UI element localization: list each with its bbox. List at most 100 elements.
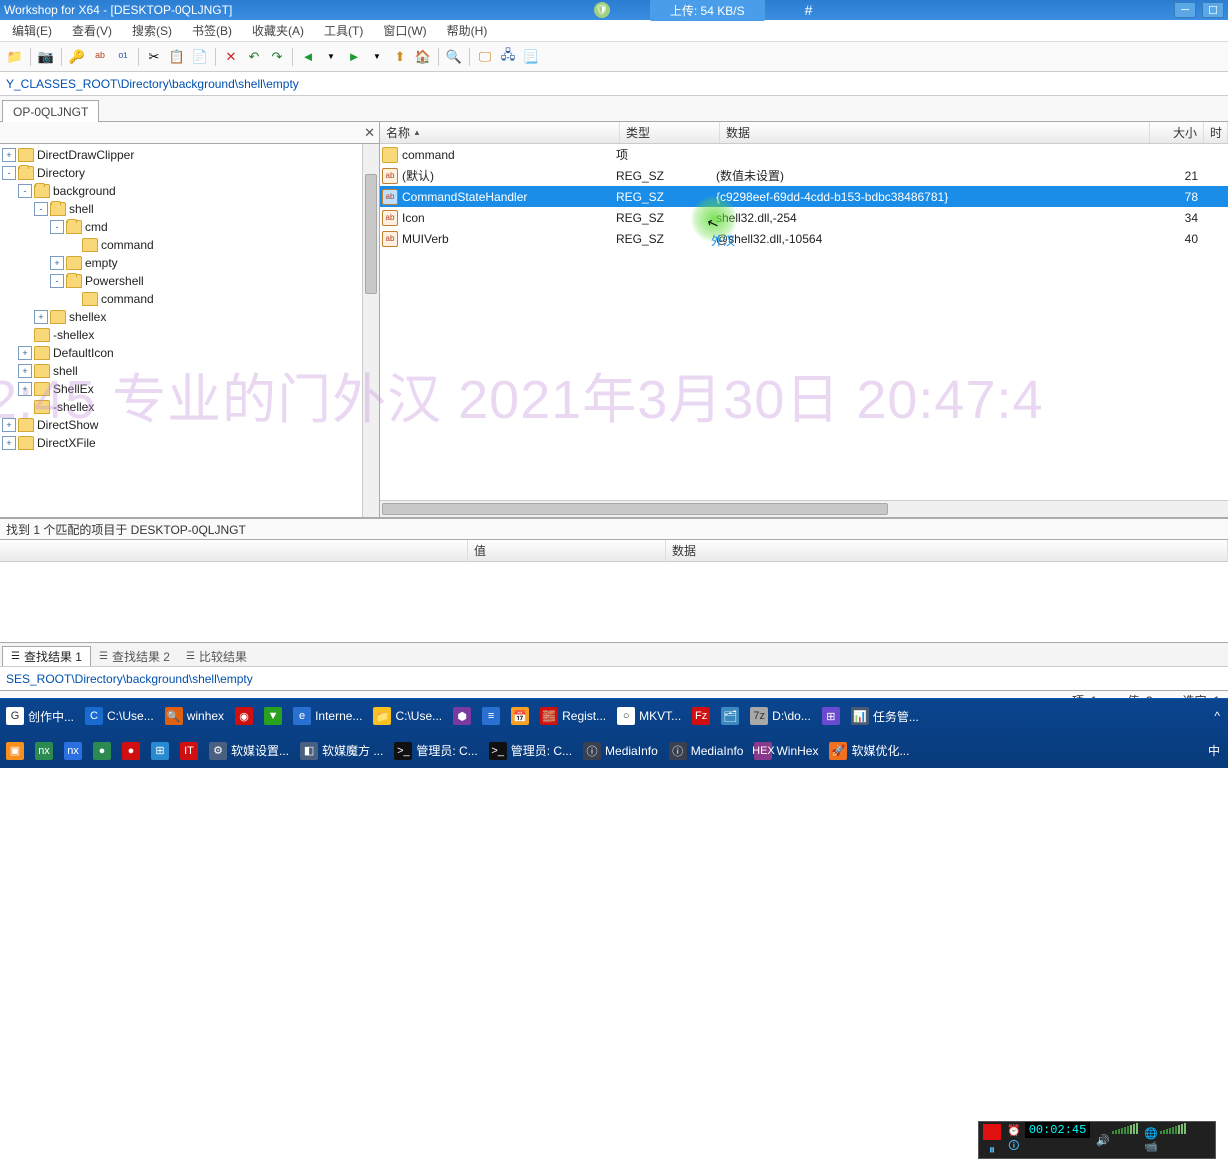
list-row[interactable]: abCommandStateHandlerREG_SZ{c9298eef-69d… [380,186,1228,207]
expand-icon[interactable]: + [18,346,32,360]
col-search-data[interactable]: 数据 [666,540,1228,561]
collapse-icon[interactable]: - [50,220,64,234]
expand-icon[interactable]: + [18,364,32,378]
menu-item[interactable]: 搜索(S) [122,20,182,41]
col-time[interactable]: 时 [1204,122,1228,143]
taskbar-item[interactable]: >_管理员: C... [390,736,483,766]
tree-scrollbar[interactable] [362,144,379,517]
expand-icon[interactable]: + [18,382,32,396]
shield-icon[interactable]: 🛡 [594,2,610,18]
taskbar-item[interactable]: ● [89,736,117,766]
list-row[interactable]: abIconREG_SZshell32.dll,-25434 [380,207,1228,228]
taskbar-item[interactable]: nx [60,736,88,766]
key-icon[interactable]: 🔑 [66,46,88,68]
webcam-icon[interactable]: 📹 [1144,1140,1158,1153]
tree-item[interactable]: -shell [0,200,362,218]
taskbar-item[interactable]: eInterne... [289,701,368,731]
tree-item[interactable]: command [0,236,362,254]
back-dd-icon[interactable]: ▼ [320,46,342,68]
copy-icon[interactable]: 📋 [166,46,188,68]
list-row[interactable]: abMUIVerbREG_SZ@shell32.dll,-1056440 [380,228,1228,249]
home-icon[interactable]: 🏠 [412,46,434,68]
taskbar-item[interactable]: 7zD:\do... [746,701,817,731]
tree-item[interactable]: +DirectShow [0,416,362,434]
globe-icon[interactable]: 🌐 [1144,1127,1158,1140]
list-header[interactable]: 名称▲ 类型 数据 大小 时 [380,122,1228,144]
menu-item[interactable]: 书签(B) [182,20,242,41]
taskbar-item[interactable]: ⊞ [147,736,175,766]
string-icon[interactable]: ᵃᵇ [89,46,111,68]
forward-icon[interactable]: ► [343,46,365,68]
tree-item[interactable]: +shell [0,362,362,380]
tree-item[interactable]: command [0,290,362,308]
registry-tree[interactable]: +DirectDrawClipper-Directory-background-… [0,144,362,517]
taskbar-item[interactable]: nx [31,736,59,766]
menu-item[interactable]: 工具(T) [314,20,373,41]
col-type[interactable]: 类型 [620,122,720,143]
binary-icon[interactable]: ᵒ¹ [112,46,134,68]
taskbar-item[interactable]: G创作中... [2,701,80,731]
menu-item[interactable]: 帮助(H) [437,20,498,41]
collapse-icon[interactable]: - [2,166,16,180]
taskbar-item[interactable]: ◧软媒魔方 ... [296,736,389,766]
tree-item[interactable]: -background [0,182,362,200]
taskbar-item[interactable]: ◉ [231,701,259,731]
tree-item[interactable]: -Powershell [0,272,362,290]
search-icon[interactable]: 🔍 [443,46,465,68]
taskbar-item[interactable]: Fz [688,701,716,731]
search-results[interactable]: ⏸ ⏰🛈 00:02:45 🔊 🌐📹 [0,562,1228,642]
collapse-icon[interactable]: - [34,202,48,216]
col-data[interactable]: 数据 [720,122,1150,143]
menu-item[interactable]: 编辑(E) [2,20,62,41]
taskbar-item[interactable]: CC:\Use... [81,701,160,731]
taskbar-item[interactable]: HEXWinHex [750,736,824,766]
taskbar-item[interactable]: 🧱Regist... [536,701,612,731]
taskbar-item[interactable]: ● [118,736,146,766]
tree-item[interactable]: +ShellEx [0,380,362,398]
taskbar-item[interactable]: ▼ [260,701,288,731]
pause-icon[interactable]: ⏸ [989,1142,996,1158]
cut-icon[interactable]: ✂ [143,46,165,68]
remote-icon[interactable]: 🖧 [497,46,519,68]
list-row[interactable]: command项 [380,144,1228,165]
taskbar-item[interactable]: 🚀软媒优化... [825,736,915,766]
fwd-dd-icon[interactable]: ▼ [366,46,388,68]
taskbar-item[interactable]: ≡ [478,701,506,731]
taskbar-item[interactable]: 🗂 [717,701,745,731]
taskbar-item[interactable]: ⚙软媒设置... [205,736,295,766]
menu-item[interactable]: 窗口(W) [373,20,436,41]
back-icon[interactable]: ◄ [297,46,319,68]
taskbar-item[interactable]: 📅 [507,701,535,731]
maximize-button[interactable]: ☐ [1202,2,1224,18]
taskbar-item[interactable]: 🔍winhex [161,701,230,731]
collapse-icon[interactable]: - [18,184,32,198]
taskbar-item[interactable]: ▣ [2,736,30,766]
tree-item[interactable]: -shellex [0,398,362,416]
taskbar[interactable]: G创作中...CC:\Use...🔍winhex◉▼eInterne...📁C:… [0,698,1228,768]
camera-icon[interactable]: 📷 [35,46,57,68]
search-header[interactable]: 值 数据 [0,540,1228,562]
tab-hostname[interactable]: OP-0QLJNGT [2,100,99,122]
system-tray[interactable]: ^ [1214,709,1228,723]
menu-item[interactable]: 收藏夹(A) [242,20,314,41]
menu-item[interactable]: 查看(V) [62,20,122,41]
paste-icon[interactable]: 📄 [189,46,211,68]
tree-item[interactable]: -Directory [0,164,362,182]
minimize-button[interactable]: ─ [1174,2,1196,18]
tree-item[interactable]: +DirectXFile [0,434,362,452]
search-tab[interactable]: ☰比较结果 [178,646,255,666]
expand-icon[interactable]: + [2,418,16,432]
taskbar-item[interactable]: ⓘMediaInfo [665,736,750,766]
expand-icon[interactable]: + [2,436,16,450]
list-h-scrollbar[interactable] [380,500,1228,517]
record-button[interactable] [983,1124,1001,1140]
expand-icon[interactable]: + [50,256,64,270]
hash-icon[interactable]: # [805,2,813,18]
list-row[interactable]: ab(默认)REG_SZ(数值未设置)21 [380,165,1228,186]
redo-icon[interactable]: ↷ [266,46,288,68]
search-tab[interactable]: ☰查找结果 2 [91,646,178,666]
taskbar-item[interactable]: IT [176,736,204,766]
tree-item[interactable]: +DefaultIcon [0,344,362,362]
search-tab[interactable]: ☰查找结果 1 [2,646,91,666]
col-size[interactable]: 大小 [1150,122,1204,143]
